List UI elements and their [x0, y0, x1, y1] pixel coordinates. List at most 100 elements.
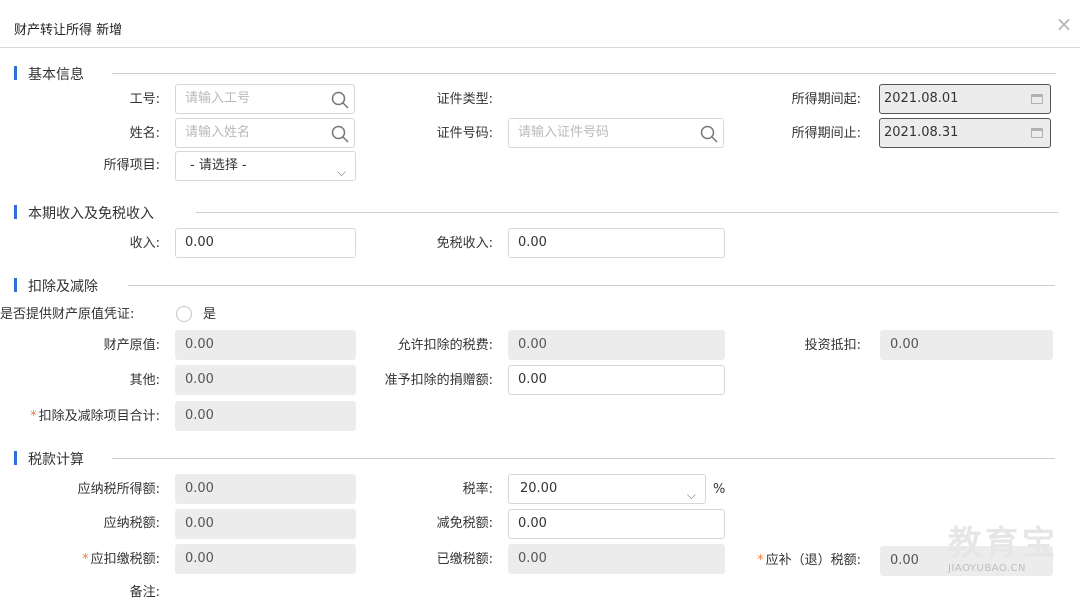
paid-tax-label: 已缴税额:	[436, 552, 493, 567]
tax-reduction-input[interactable]: 0.00	[508, 509, 725, 539]
dialog-title: 财产转让所得 新增	[14, 23, 123, 38]
id-no-placeholder: 请输入证件号码	[518, 125, 610, 140]
section-deduction: 扣除及减除	[14, 275, 1055, 295]
income-item-label: 所得项目:	[103, 158, 160, 173]
section-rule	[196, 212, 1058, 213]
section-accent-bar	[14, 66, 17, 80]
watermark-domain: JIAOYUBAO.CN	[948, 563, 1026, 574]
withhold-tax-label: * 应扣缴税额:	[82, 552, 160, 568]
search-icon[interactable]	[330, 124, 350, 144]
donation-label: 准予扣除的捐赠额:	[384, 373, 493, 388]
job-no-label: 工号:	[129, 92, 160, 107]
section-title: 本期收入及免税收入	[28, 206, 154, 222]
search-icon[interactable]	[699, 124, 719, 144]
provide-voucher-option[interactable]: 是	[203, 307, 216, 323]
tax-payable-value: 0.00	[185, 516, 214, 531]
original-value-input: 0.00	[175, 330, 356, 360]
section-tax-calc: 税款计算	[14, 448, 1055, 468]
donation-value: 0.00	[518, 372, 547, 387]
deduction-total-text: 扣除及减除项目合计:	[38, 409, 160, 424]
deduction-total-input: 0.00	[175, 401, 356, 431]
header-divider	[0, 47, 1080, 48]
exempt-income-label: 免税收入:	[436, 236, 493, 251]
withhold-tax-input: 0.00	[175, 544, 356, 574]
income-item-select[interactable]: - 请选择 - ⌵	[175, 151, 356, 181]
name-input[interactable]: 请输入姓名	[175, 118, 355, 148]
original-value-value: 0.00	[185, 337, 214, 352]
taxable-income-label: 应纳税所得额:	[77, 482, 160, 497]
other-label: 其他:	[129, 373, 160, 388]
exempt-income-input[interactable]: 0.00	[508, 228, 725, 258]
paid-tax-input: 0.00	[508, 544, 725, 574]
investment-deduction-value: 0.00	[890, 337, 919, 352]
donation-input[interactable]: 0.00	[508, 365, 725, 395]
period-start-label: 所得期间起:	[791, 92, 861, 107]
tax-rate-select[interactable]: 20.00 ⌵	[508, 474, 706, 504]
job-no-placeholder: 请输入工号	[185, 91, 251, 106]
tax-reduction-value: 0.00	[518, 516, 547, 531]
id-type-label: 证件类型:	[436, 92, 493, 107]
section-accent-bar	[14, 278, 17, 292]
required-mark: *	[82, 552, 89, 567]
tax-rate-unit: %	[713, 482, 726, 497]
name-placeholder: 请输入姓名	[185, 125, 251, 140]
allowed-tax-value: 0.00	[518, 337, 547, 352]
other-input: 0.00	[175, 365, 356, 395]
taxable-income-input: 0.00	[175, 474, 356, 504]
id-no-input[interactable]: 请输入证件号码	[508, 118, 724, 148]
watermark-logo: 教育宝 JIAOYUBAO.CN	[948, 525, 1063, 575]
tax-payable-label: 应纳税额:	[103, 516, 160, 531]
period-start-input[interactable]: 2021.08.01	[879, 84, 1051, 114]
allowed-tax-label: 允许扣除的税费:	[397, 338, 493, 353]
calendar-icon[interactable]	[1031, 94, 1043, 104]
income-item-value: - 请选择 -	[190, 158, 247, 173]
refund-tax-value: 0.00	[890, 553, 919, 568]
chevron-down-icon[interactable]: ⌵	[337, 158, 346, 180]
withhold-tax-text: 应扣缴税额:	[90, 552, 160, 567]
income-label: 收入:	[129, 236, 160, 251]
refund-tax-text: 应补（退）税额:	[765, 553, 861, 568]
provide-voucher-radio[interactable]	[176, 306, 192, 322]
section-title: 基本信息	[28, 67, 84, 83]
period-start-value: 2021.08.01	[884, 91, 959, 106]
other-value: 0.00	[185, 372, 214, 387]
search-icon[interactable]	[330, 90, 350, 110]
section-income: 本期收入及免税收入	[14, 202, 1058, 222]
section-basic-info: 基本信息	[14, 63, 1056, 83]
section-title: 税款计算	[28, 452, 84, 468]
required-mark: *	[30, 409, 37, 424]
income-value: 0.00	[185, 235, 214, 250]
period-end-input[interactable]: 2021.08.31	[879, 118, 1051, 148]
section-rule	[128, 285, 1055, 286]
refund-tax-label: * 应补（退）税额:	[757, 553, 861, 569]
provide-voucher-label: 是否提供财产原值凭证:	[0, 307, 135, 322]
job-no-input[interactable]: 请输入工号	[175, 84, 355, 114]
section-rule	[112, 73, 1056, 74]
exempt-income-value: 0.00	[518, 235, 547, 250]
section-rule	[112, 458, 1055, 459]
tax-payable-input: 0.00	[175, 509, 356, 539]
chevron-down-icon[interactable]: ⌵	[687, 481, 696, 503]
deduction-total-value: 0.00	[185, 408, 214, 423]
name-label: 姓名:	[129, 126, 160, 141]
paid-tax-value: 0.00	[518, 551, 547, 566]
calendar-icon[interactable]	[1031, 128, 1043, 138]
required-mark: *	[757, 553, 764, 568]
section-accent-bar	[14, 451, 17, 465]
tax-rate-value: 20.00	[520, 481, 558, 496]
section-title: 扣除及减除	[28, 279, 98, 295]
id-no-label: 证件号码:	[436, 126, 493, 141]
close-icon[interactable]: ×	[1054, 14, 1074, 34]
period-end-label: 所得期间止:	[791, 126, 861, 141]
allowed-tax-input: 0.00	[508, 330, 725, 360]
period-end-value: 2021.08.31	[884, 125, 959, 140]
investment-deduction-input: 0.00	[880, 330, 1053, 360]
withhold-tax-value: 0.00	[185, 551, 214, 566]
original-value-label: 财产原值:	[103, 338, 160, 353]
investment-deduction-label: 投资抵扣:	[804, 338, 861, 353]
taxable-income-value: 0.00	[185, 481, 214, 496]
income-input[interactable]: 0.00	[175, 228, 356, 258]
tax-reduction-label: 减免税额:	[436, 516, 493, 531]
tax-rate-label: 税率:	[462, 482, 493, 497]
section-accent-bar	[14, 205, 17, 219]
